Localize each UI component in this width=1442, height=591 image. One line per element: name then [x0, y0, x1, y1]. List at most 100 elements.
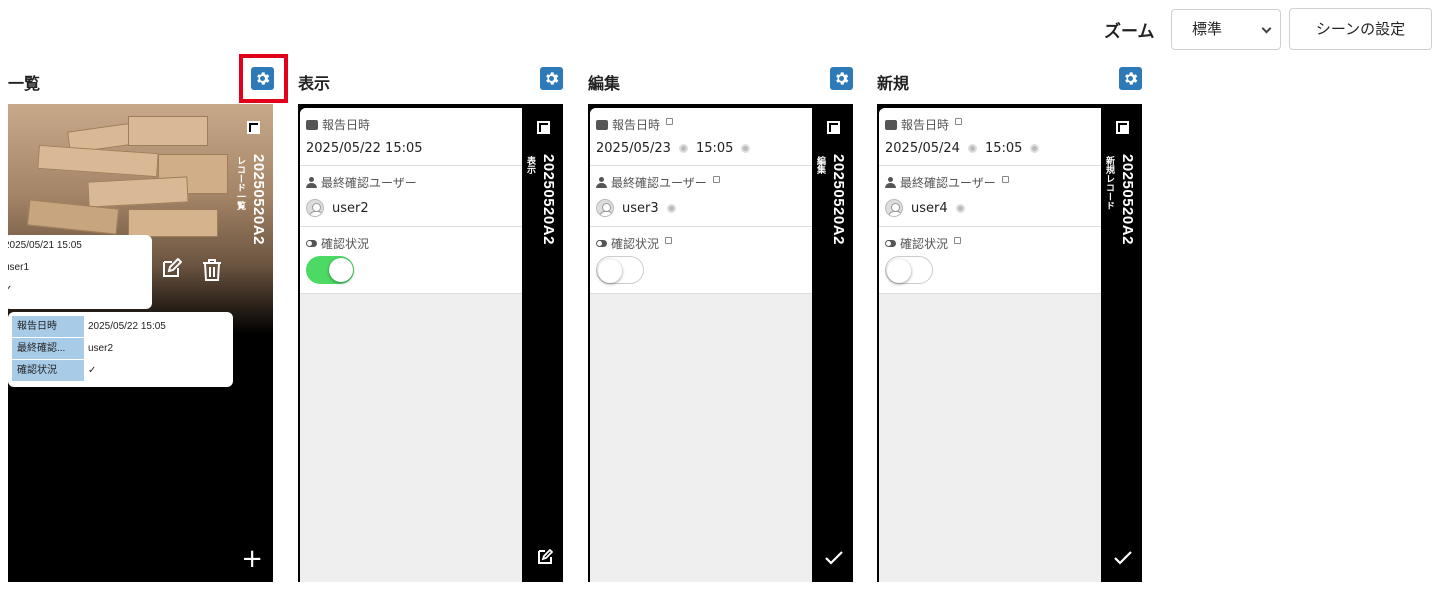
field-report-datetime: 報告日時 2025/05/24 15:05: [879, 108, 1101, 166]
field-label: 最終確認ユーザー: [321, 176, 417, 190]
record-id-label: 20250520A2: [830, 154, 847, 245]
table-key: 報告日時: [12, 316, 84, 338]
person-icon: [596, 177, 607, 188]
phone-show-view: 報告日時 2025/05/22 15:05 最終確認ユーザー user2 確認状…: [298, 104, 563, 582]
table-key: 最終確認...: [12, 338, 84, 360]
field-last-user: 最終確認ユーザー user2: [300, 166, 522, 227]
date-input[interactable]: 2025/05/23: [596, 141, 671, 156]
info-icon: [712, 176, 720, 183]
field-last-user: 最終確認ユーザー user4: [879, 166, 1101, 227]
zoom-select-value: 標準: [1192, 20, 1223, 38]
column-title-new: 新規: [877, 74, 910, 93]
view-type-label: レコード一覧: [235, 156, 245, 210]
field-report-datetime: 報告日時 2025/05/22 15:05: [300, 108, 522, 166]
clear-icon[interactable]: [967, 144, 977, 153]
list-item[interactable]: 2025/05/21 15:05 user1 ✓: [8, 235, 152, 309]
copy-icon[interactable]: [537, 121, 551, 135]
avatar: [885, 199, 903, 217]
phone-edit-view: 報告日時 2025/05/23 15:05 最終確認ユーザー user3 確認状況…: [588, 104, 853, 582]
clear-icon[interactable]: [1030, 144, 1040, 153]
view-type-label: 新規レコード: [1104, 156, 1114, 210]
field-confirm-status: 確認状況: [300, 227, 522, 294]
field-label: 確認状況: [611, 237, 660, 251]
info-icon: [954, 237, 962, 244]
column-title-list: 一覧: [8, 74, 41, 93]
info-icon: [665, 237, 673, 244]
gear-icon[interactable]: [251, 67, 274, 90]
field-report-datetime: 報告日時 2025/05/23 15:05: [590, 108, 812, 166]
table-value: ✓: [88, 365, 97, 376]
column-title-edit: 編集: [588, 74, 621, 93]
check-icon[interactable]: [825, 548, 843, 570]
edit-icon[interactable]: [537, 548, 554, 570]
plus-icon[interactable]: +: [241, 546, 263, 572]
clear-icon[interactable]: [678, 144, 688, 153]
field-label: 確認状況: [900, 237, 949, 251]
toggle-icon: [885, 240, 896, 247]
toggle-icon: [306, 240, 317, 247]
copy-icon[interactable]: [247, 121, 261, 135]
form-panel: 報告日時 2025/05/24 15:05 最終確認ユーザー user4 確認状況: [879, 108, 1101, 582]
form-panel: 報告日時 2025/05/22 15:05 最終確認ユーザー user2 確認状…: [300, 108, 522, 582]
gear-icon[interactable]: [1119, 67, 1142, 90]
record-id-label: 20250520A2: [1119, 154, 1136, 245]
field-label: 最終確認ユーザー: [900, 176, 996, 190]
time-input[interactable]: 15:05: [985, 141, 1022, 156]
field-label: 最終確認ユーザー: [611, 176, 707, 190]
field-confirm-status: 確認状況: [879, 227, 1101, 294]
confirm-switch[interactable]: [306, 256, 354, 284]
copy-icon[interactable]: [1116, 121, 1130, 135]
edit-icon[interactable]: [160, 257, 183, 286]
zoom-label: ズーム: [1104, 22, 1155, 42]
avatar: [306, 199, 324, 217]
info-icon: [1001, 176, 1009, 183]
field-label: 報告日時: [901, 118, 950, 132]
toggle-icon: [596, 240, 607, 247]
field-last-user: 最終確認ユーザー user3: [590, 166, 812, 227]
calendar-icon: [885, 119, 897, 130]
clear-icon[interactable]: [955, 203, 965, 213]
scene-settings-button[interactable]: シーンの設定: [1289, 8, 1432, 50]
time-input[interactable]: 15:05: [696, 141, 733, 156]
view-type-label: 編集: [815, 156, 825, 174]
chevron-down-icon: [1261, 23, 1272, 34]
field-label: 確認状況: [321, 237, 370, 251]
field-confirm-status: 確認状況: [590, 227, 812, 294]
info-icon: [955, 118, 963, 125]
gear-icon[interactable]: [540, 67, 563, 90]
date-input[interactable]: 2025/05/24: [885, 141, 960, 156]
list-item-datetime: 2025/05/21 15:05: [8, 240, 82, 251]
zoom-select[interactable]: 標準: [1171, 9, 1281, 50]
list-item-status: ✓: [8, 284, 13, 295]
record-id-label: 20250520A2: [250, 154, 267, 245]
calendar-icon: [306, 119, 318, 130]
check-icon[interactable]: [1114, 548, 1132, 570]
gear-icon[interactable]: [830, 67, 853, 90]
table-value: user2: [88, 343, 114, 354]
phone-new-view: 報告日時 2025/05/24 15:05 最終確認ユーザー user4 確認状況…: [877, 104, 1142, 582]
field-label: 報告日時: [322, 118, 371, 132]
field-label: 報告日時: [612, 118, 661, 132]
column-title-show: 表示: [298, 74, 331, 93]
confirm-switch[interactable]: [885, 256, 933, 284]
view-type-label: 表示: [525, 156, 535, 174]
list-item[interactable]: 報告日時 2025/05/22 15:05 最終確認... user2 確認状況 ✓: [8, 312, 233, 387]
person-icon: [885, 177, 896, 188]
copy-icon[interactable]: [827, 121, 841, 135]
user-input[interactable]: user3: [622, 201, 659, 216]
table-key: 確認状況: [12, 360, 84, 382]
record-id-label: 20250520A2: [540, 154, 557, 245]
trash-icon[interactable]: [201, 258, 223, 288]
phone-list-view: 20250520A2 レコード一覧 2025/05/21 15:05 user1…: [8, 104, 273, 582]
clear-icon[interactable]: [666, 203, 676, 213]
confirm-switch[interactable]: [596, 256, 644, 284]
clear-icon[interactable]: [741, 144, 751, 153]
calendar-icon: [596, 119, 608, 130]
list-item-user: user1: [8, 262, 30, 273]
user-input[interactable]: user4: [911, 201, 948, 216]
form-panel: 報告日時 2025/05/23 15:05 最終確認ユーザー user3 確認状況: [590, 108, 812, 582]
field-value: 2025/05/22 15:05: [306, 141, 423, 156]
info-icon: [666, 118, 674, 125]
table-value: 2025/05/22 15:05: [88, 321, 166, 332]
avatar: [596, 199, 614, 217]
